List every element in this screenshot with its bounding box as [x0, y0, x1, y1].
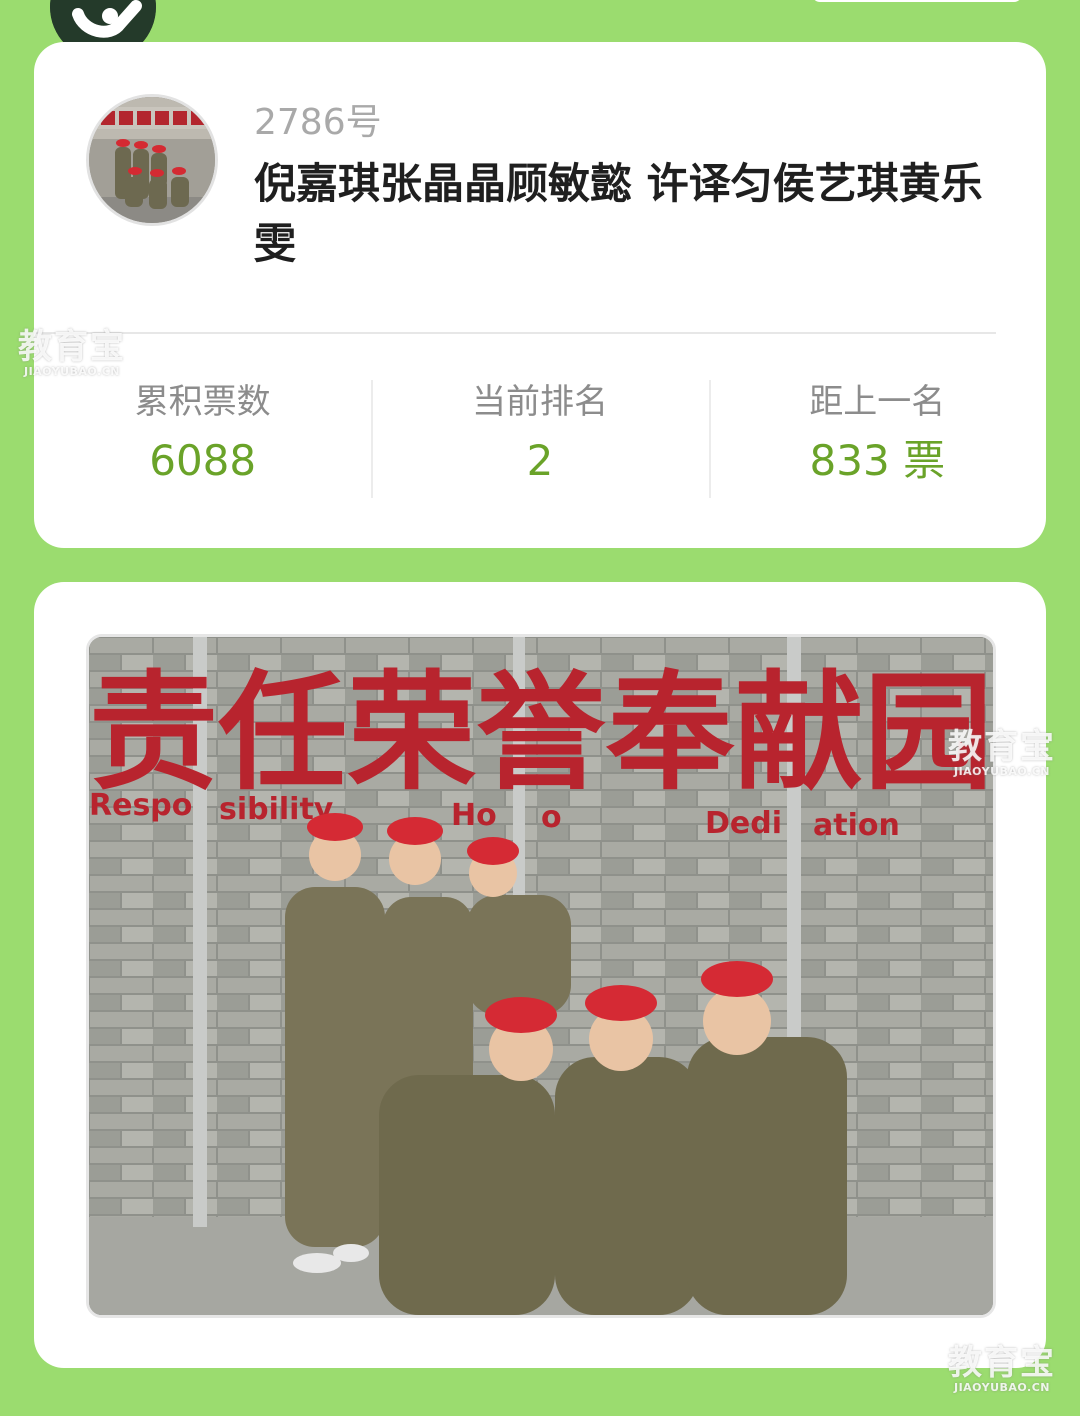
stat-total-votes: 累积票数 6088: [34, 376, 371, 500]
entry-number: 2786号: [254, 102, 382, 143]
avatar[interactable]: [86, 94, 218, 226]
top-tab-indicator: [812, 0, 1022, 2]
stat-current-rank: 当前排名 2: [371, 376, 708, 500]
sign-subtext: Respo: [89, 788, 192, 823]
stat-label: 累积票数: [134, 382, 271, 422]
sign-subtext: Dedi: [705, 806, 782, 841]
contestant-names: 倪嘉琪张晶晶顾敏懿 许译匀侯艺琪黄乐雯: [254, 159, 983, 268]
stat-label: 当前排名: [471, 382, 608, 422]
sign-text: 责任荣誉奉献园: [89, 659, 993, 808]
contestant-photo[interactable]: 责任荣誉奉献园 Respo sibility Ho o Dedi ation: [86, 634, 996, 1318]
photo-card: 责任荣誉奉献园 Respo sibility Ho o Dedi ation: [34, 582, 1046, 1368]
watermark-sub: JIAOYUBAO.CN: [953, 1381, 1051, 1394]
sign-subtext: ation: [813, 808, 900, 843]
stat-value: 6088: [149, 436, 257, 485]
contestant-card: 2786号 倪嘉琪张晶晶顾敏懿 许译匀侯艺琪黄乐雯 累积票数 6088 当前排名…: [34, 42, 1046, 548]
stat-gap-to-previous: 距上一名 833 票: [708, 376, 1046, 500]
vote-stats: 累积票数 6088 当前排名 2 距上一名 833 票: [34, 376, 1046, 500]
sign-subtext: o: [541, 800, 562, 835]
stat-label: 距上一名: [809, 382, 946, 422]
divider: [34, 332, 996, 334]
sign-subtext: Ho: [451, 798, 497, 833]
stat-value: 833 票: [809, 436, 946, 485]
stat-value: 2: [526, 436, 554, 485]
